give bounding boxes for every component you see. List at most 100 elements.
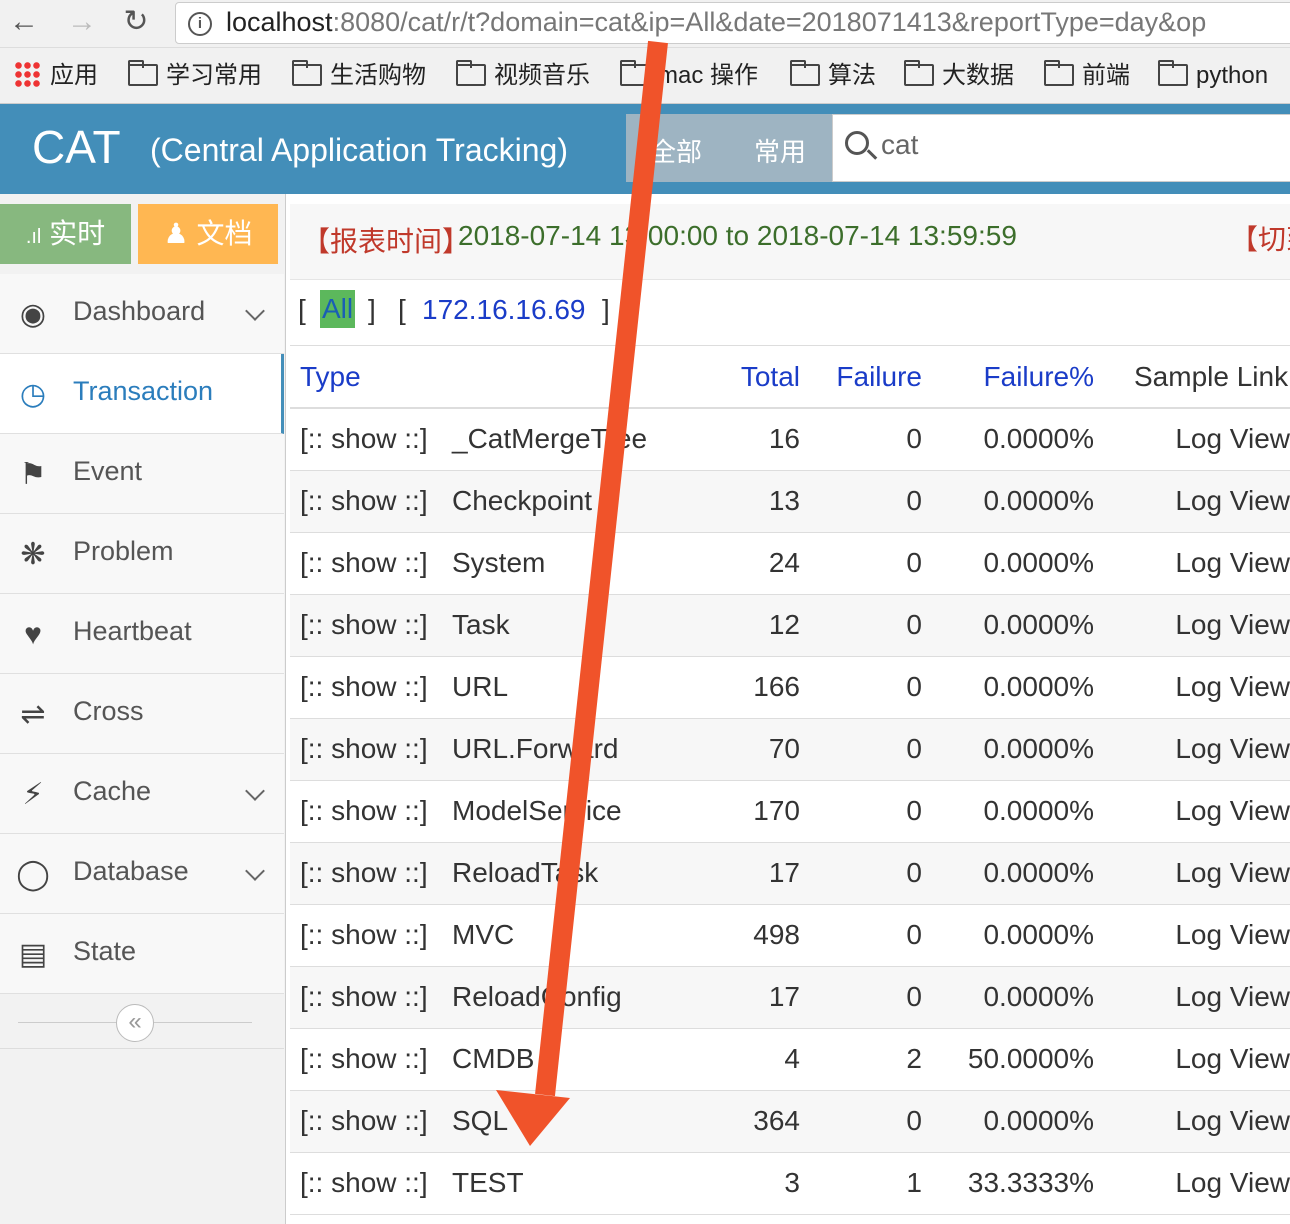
- failure-pct-cell: 0.0000%: [922, 780, 1094, 843]
- type-link[interactable]: System: [440, 532, 710, 595]
- log-view-link[interactable]: Log View: [1094, 1028, 1290, 1091]
- users-icon: ♟: [163, 218, 189, 249]
- reload-icon[interactable]: ↻: [116, 4, 156, 40]
- log-view-link[interactable]: Log View: [1094, 594, 1290, 657]
- type-link[interactable]: ReloadConfig: [440, 966, 710, 1029]
- address-bar[interactable]: i localhost:8080/cat/r/t?domain=cat&ip=A…: [175, 2, 1290, 44]
- forward-icon[interactable]: →: [62, 4, 102, 40]
- url-text[interactable]: localhost:8080/cat/r/t?domain=cat&ip=All…: [226, 7, 1206, 38]
- sidebar-item-problem[interactable]: ❋ Problem: [0, 514, 284, 594]
- bookmark-folder[interactable]: python: [1158, 60, 1268, 92]
- show-link[interactable]: [:: show ::]: [290, 1090, 440, 1153]
- app-title[interactable]: CAT: [32, 120, 121, 174]
- total-cell: 13: [710, 470, 800, 533]
- show-link[interactable]: [:: show ::]: [290, 842, 440, 905]
- show-link[interactable]: [:: show ::]: [290, 904, 440, 967]
- failure-cell: 2: [800, 1028, 922, 1091]
- log-view-link[interactable]: Log View: [1094, 656, 1290, 719]
- log-view-link[interactable]: Log View: [1094, 470, 1290, 533]
- chevron-down-icon: [245, 861, 265, 881]
- docs-button[interactable]: ♟ 文档: [138, 204, 278, 264]
- failure-cell: 0: [800, 532, 922, 595]
- bookmark-folder[interactable]: mac 操作: [620, 60, 758, 92]
- bookmark-folder[interactable]: 算法: [790, 60, 876, 92]
- realtime-button[interactable]: .ıl 实时: [0, 204, 131, 264]
- bookmark-folder[interactable]: 前端: [1044, 60, 1130, 92]
- sidebar-item-state[interactable]: ▤ State: [0, 914, 284, 994]
- type-link[interactable]: MVC: [440, 904, 710, 967]
- show-link[interactable]: [:: show ::]: [290, 1152, 440, 1215]
- table-header-row: Type Total Failure Failure% Sample Link: [290, 346, 1290, 409]
- type-link[interactable]: ReloadTask: [440, 842, 710, 905]
- log-view-link[interactable]: Log View: [1094, 408, 1290, 471]
- col-failure-pct[interactable]: Failure%: [922, 346, 1094, 409]
- show-link[interactable]: [:: show ::]: [290, 780, 440, 843]
- bookmark-folder[interactable]: 大数据: [904, 60, 1014, 92]
- show-link[interactable]: [:: show ::]: [290, 656, 440, 719]
- log-view-link[interactable]: Log View: [1094, 966, 1290, 1029]
- ip-all-link[interactable]: All: [320, 290, 356, 328]
- log-view-link[interactable]: Log View: [1094, 532, 1290, 595]
- sidebar-item-database[interactable]: ◯ Database: [0, 834, 284, 914]
- log-view-link[interactable]: Log View: [1094, 780, 1290, 843]
- show-link[interactable]: [:: show ::]: [290, 1028, 440, 1091]
- col-type[interactable]: Type: [290, 346, 710, 409]
- type-link[interactable]: Checkpoint: [440, 470, 710, 533]
- total-cell: 4: [710, 1028, 800, 1091]
- report-time-label: 【报表时间】: [302, 226, 471, 257]
- bookmark-folder[interactable]: 视频音乐: [456, 60, 590, 92]
- type-link[interactable]: CMDB: [440, 1028, 710, 1091]
- total-cell: 17: [710, 966, 800, 1029]
- switch-report-link[interactable]: 【切到: [1230, 218, 1290, 258]
- type-link[interactable]: _CatMergeTree: [440, 408, 710, 471]
- ip-address-link[interactable]: 172.16.16.69: [422, 294, 586, 326]
- type-link[interactable]: URL: [440, 656, 710, 719]
- back-icon[interactable]: ←: [4, 4, 44, 40]
- segment-all[interactable]: 全部: [650, 132, 702, 169]
- show-link[interactable]: [:: show ::]: [290, 966, 440, 1029]
- table-row: [:: show ::] _CatMergeTree 16 0 0.0000% Log V…: [290, 408, 1290, 471]
- show-link[interactable]: [:: show ::]: [290, 718, 440, 781]
- log-view-link[interactable]: Log View: [1094, 1152, 1290, 1215]
- dashboard-icon: ◉: [19, 298, 47, 331]
- flag-icon: ⚑: [19, 458, 47, 491]
- search-input[interactable]: [881, 129, 1261, 161]
- sidebar-item-dashboard[interactable]: ◉ Dashboard: [0, 274, 284, 354]
- bookmark-folder[interactable]: 学习常用: [128, 60, 262, 92]
- info-icon[interactable]: i: [188, 12, 212, 36]
- bookmark-folder[interactable]: 生活购物: [292, 60, 426, 92]
- log-view-link[interactable]: Log View: [1094, 1090, 1290, 1153]
- log-view-link[interactable]: Log View: [1094, 718, 1290, 781]
- bookmark-apps[interactable]: 应用: [14, 60, 98, 92]
- sidebar-item-cross[interactable]: ⇌ Cross: [0, 674, 284, 754]
- type-link[interactable]: ModelService: [440, 780, 710, 843]
- col-total[interactable]: Total: [710, 346, 800, 409]
- failure-cell: 0: [800, 780, 922, 843]
- failure-pct-cell: 33.3333%: [922, 1152, 1094, 1215]
- type-link[interactable]: SQL: [440, 1090, 710, 1153]
- show-link[interactable]: [:: show ::]: [290, 594, 440, 657]
- segment-common[interactable]: 常用: [754, 132, 806, 169]
- log-view-link[interactable]: Log View: [1094, 842, 1290, 905]
- failure-cell: 0: [800, 594, 922, 657]
- folder-icon: [790, 60, 820, 86]
- show-link[interactable]: [:: show ::]: [290, 408, 440, 471]
- sidebar-item-heartbeat[interactable]: ♥ Heartbeat: [0, 594, 284, 674]
- main-content: 【报表时间】 2018-07-14 13:00:00 to 2018-07-14…: [290, 194, 1290, 1224]
- col-failure[interactable]: Failure: [800, 346, 922, 409]
- type-link[interactable]: Task: [440, 594, 710, 657]
- table-row: [:: show ::] URL 166 0 0.0000% Log View: [290, 656, 1290, 719]
- type-link[interactable]: URL.Forward: [440, 718, 710, 781]
- show-link[interactable]: [:: show ::]: [290, 470, 440, 533]
- failure-pct-cell: 0.0000%: [922, 842, 1094, 905]
- log-view-link[interactable]: Log View: [1094, 904, 1290, 967]
- sidebar-item-event[interactable]: ⚑ Event: [0, 434, 284, 514]
- collapse-sidebar-button[interactable]: «: [116, 1004, 154, 1042]
- report-time-bar: 【报表时间】 2018-07-14 13:00:00 to 2018-07-14…: [290, 204, 1290, 280]
- total-cell: 70: [710, 718, 800, 781]
- show-link[interactable]: [:: show ::]: [290, 532, 440, 595]
- sidebar-item-transaction[interactable]: ◷ Transaction: [0, 354, 284, 434]
- table-row: [:: show ::] Task 12 0 0.0000% Log View: [290, 594, 1290, 657]
- sidebar-item-cache[interactable]: ⚡ Cache: [0, 754, 284, 834]
- type-link[interactable]: TEST: [440, 1152, 710, 1215]
